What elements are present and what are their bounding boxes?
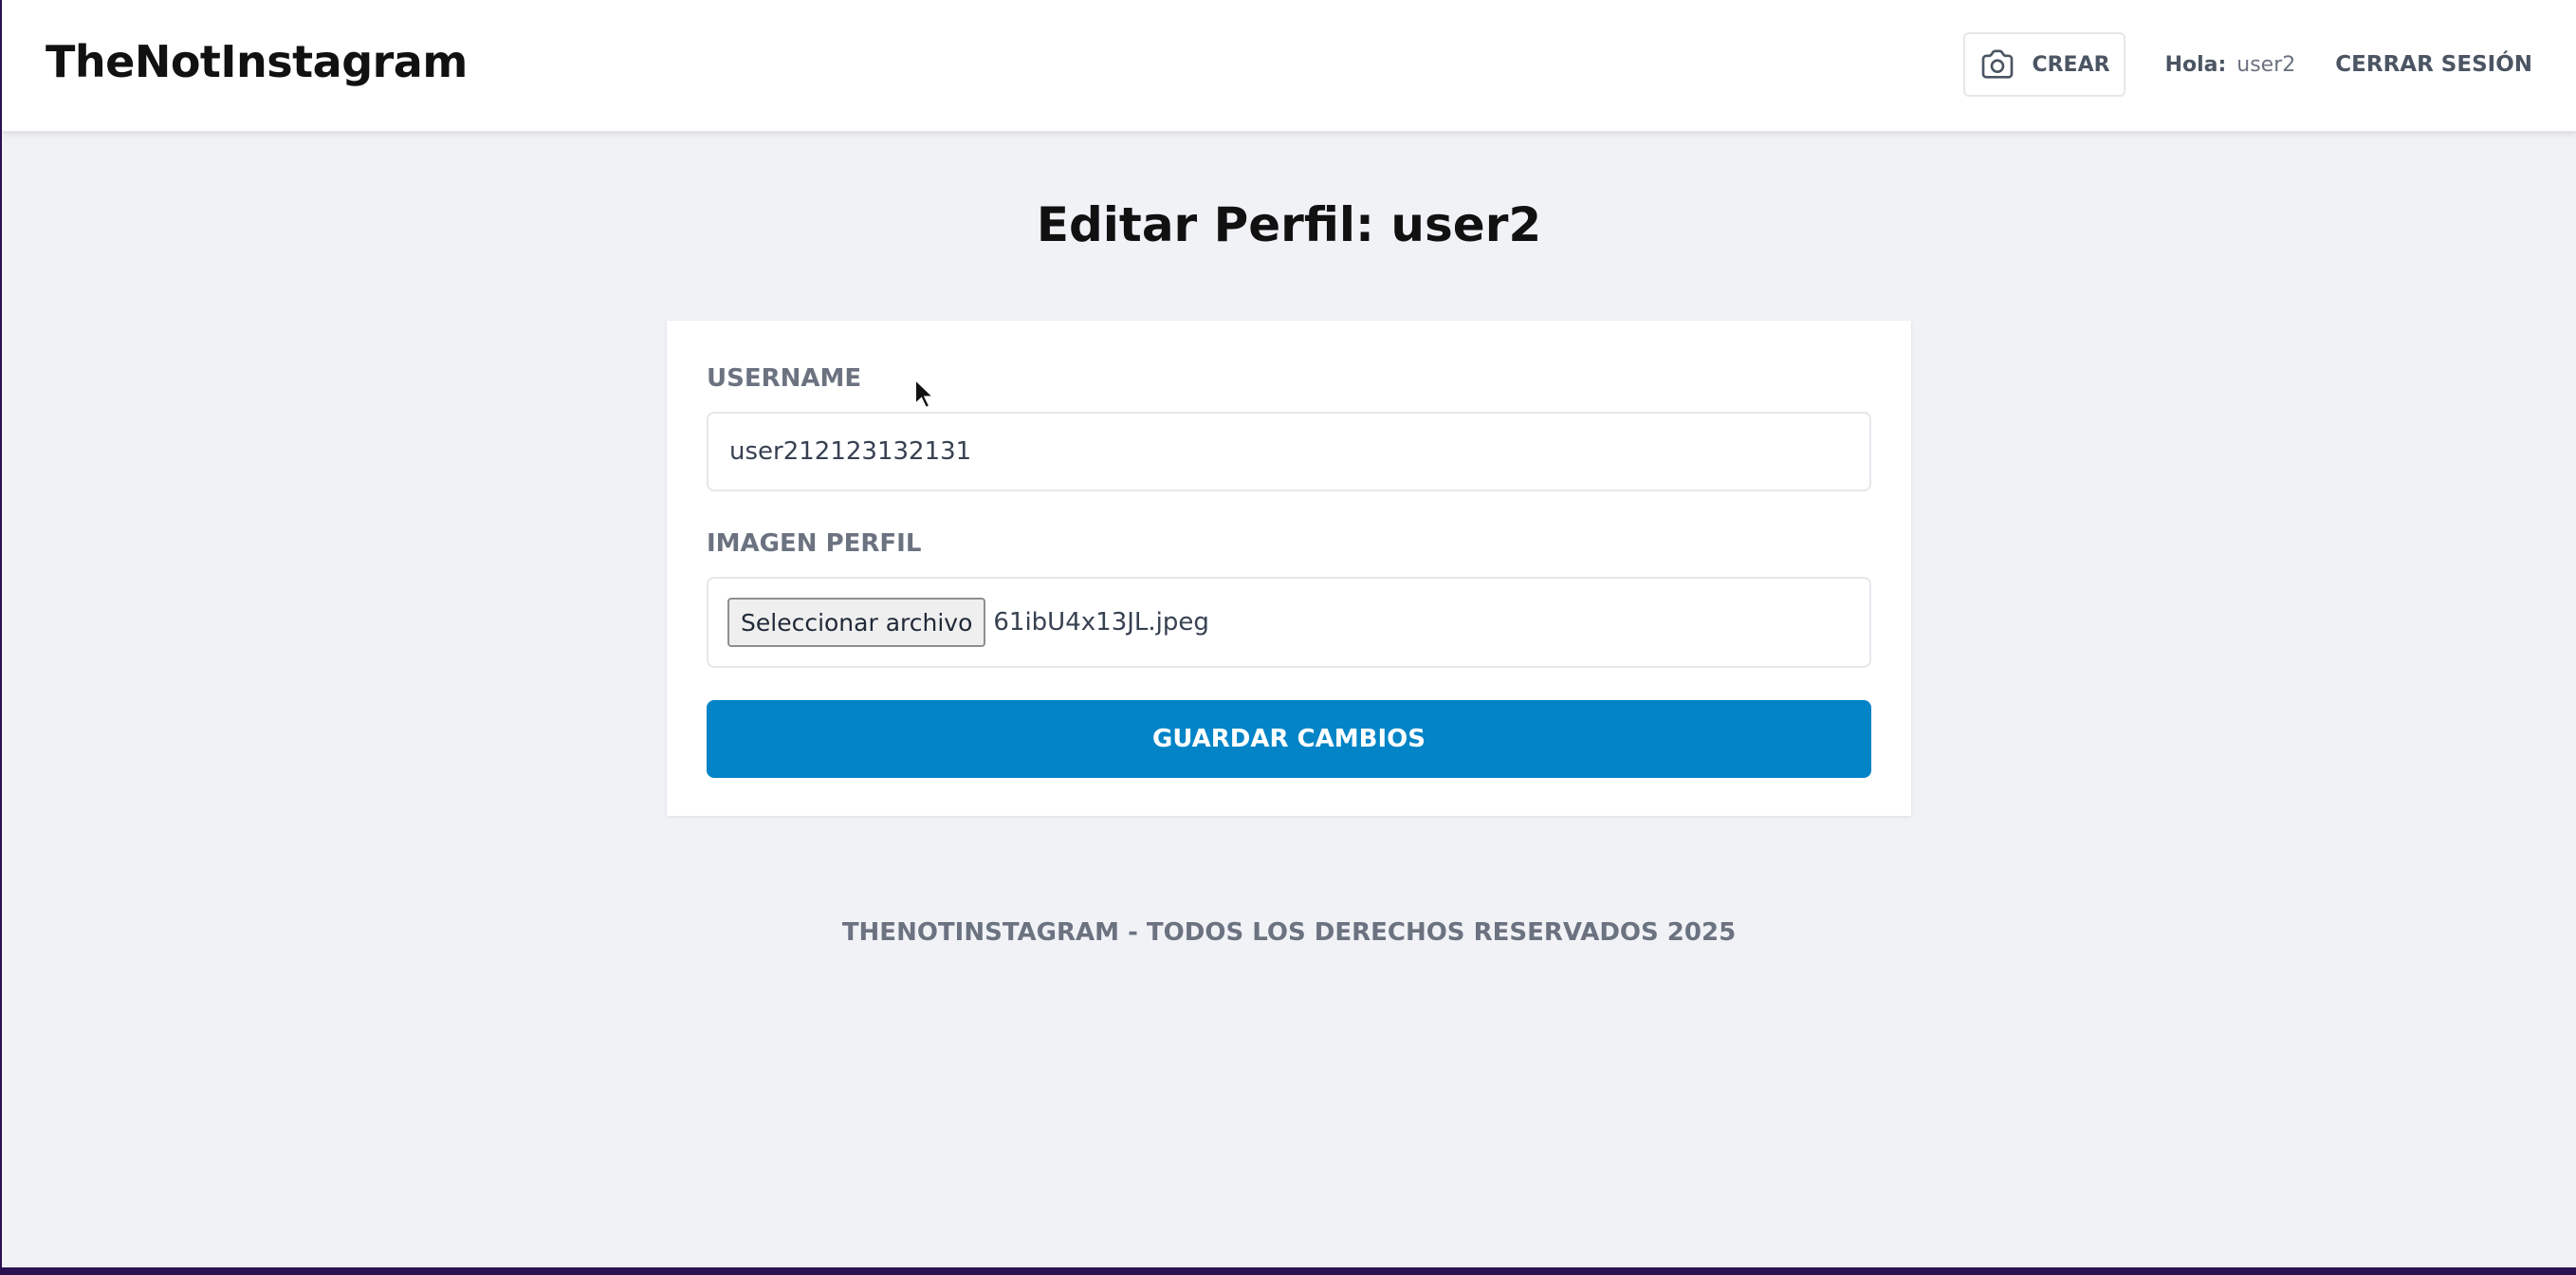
mouse-pointer-icon — [914, 378, 936, 410]
profile-image-file-input[interactable]: Seleccionar archivo 61ibU4x13JL.jpeg — [707, 577, 1871, 668]
profile-image-label: IMAGEN PERFIL — [707, 529, 922, 558]
username-input[interactable] — [707, 412, 1871, 491]
create-post-button[interactable]: CREAR — [1963, 32, 2125, 97]
page-title: Editar Perfil: user2 — [1036, 197, 1542, 252]
logout-button[interactable]: CERRAR SESIÓN — [2335, 52, 2532, 77]
choose-file-button[interactable]: Seleccionar archivo — [727, 598, 986, 647]
site-logo[interactable]: TheNotInstagram — [46, 36, 468, 87]
greeting-username: user2 — [2236, 52, 2296, 77]
selected-file-name: 61ibU4x13JL.jpeg — [993, 608, 1209, 637]
username-label: USERNAME — [707, 364, 862, 393]
user-greeting: Hola: user2 — [2165, 53, 2296, 77]
top-navbar: TheNotInstagram CREAR Hola: user2 CERRAR… — [2, 0, 2576, 132]
create-post-label: CREAR — [2032, 52, 2110, 77]
page-footer: THENOTINSTAGRAM - TODOS LOS DERECHOS RES… — [841, 918, 1737, 947]
nav-actions: CREAR Hola: user2 CERRAR SESIÓN — [1963, 31, 2532, 98]
camera-icon — [1978, 46, 2016, 83]
save-changes-button[interactable]: GUARDAR CAMBIOS — [707, 700, 1871, 778]
greeting-prefix: Hola: — [2164, 52, 2227, 77]
edit-profile-form: USERNAME IMAGEN PERFIL Seleccionar archi… — [667, 321, 1911, 816]
browser-viewport: TheNotInstagram CREAR Hola: user2 CERRAR… — [2, 0, 2576, 1267]
